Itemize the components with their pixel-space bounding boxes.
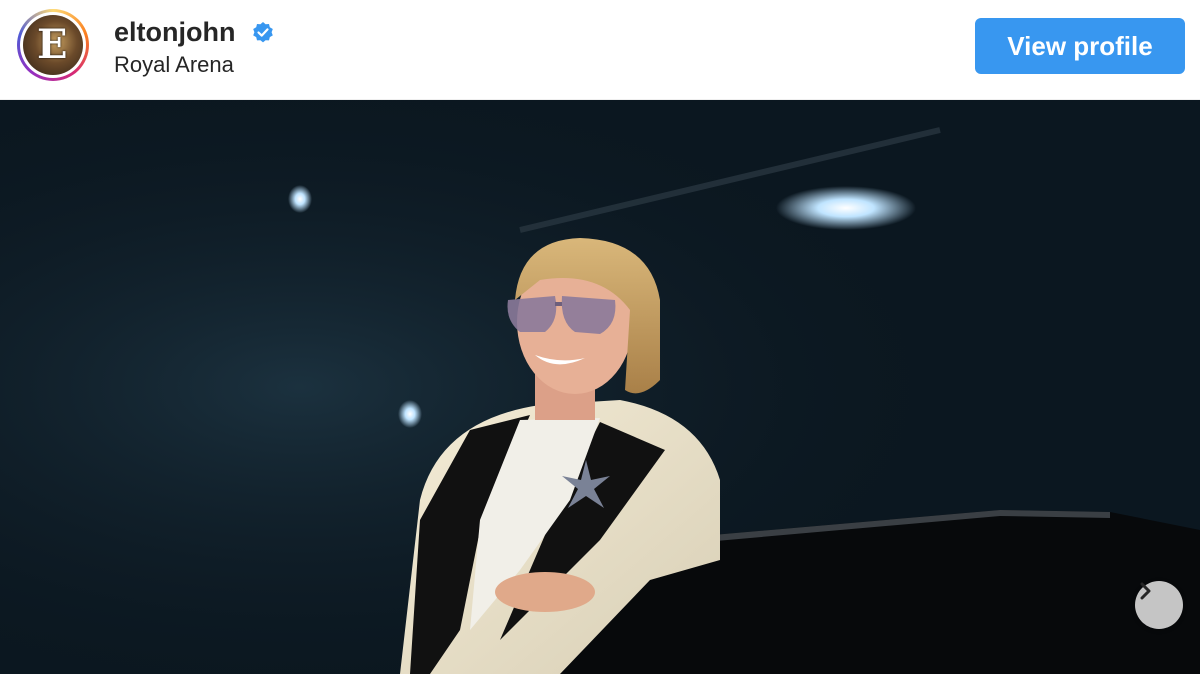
post-photo[interactable] <box>0 100 1200 674</box>
username[interactable]: eltonjohn <box>114 16 235 48</box>
avatar-image: E <box>23 15 83 75</box>
location-link[interactable]: Royal Arena <box>114 52 234 78</box>
verified-badge-icon <box>251 21 275 45</box>
avatar[interactable]: E <box>17 9 89 81</box>
avatar-letter: E <box>37 21 68 68</box>
post-header: E eltonjohn Royal Arena View profile <box>0 0 1200 100</box>
concert-photo-illustration <box>0 100 1200 674</box>
next-photo-button[interactable] <box>1135 581 1183 629</box>
view-profile-button[interactable]: View profile <box>975 18 1185 74</box>
